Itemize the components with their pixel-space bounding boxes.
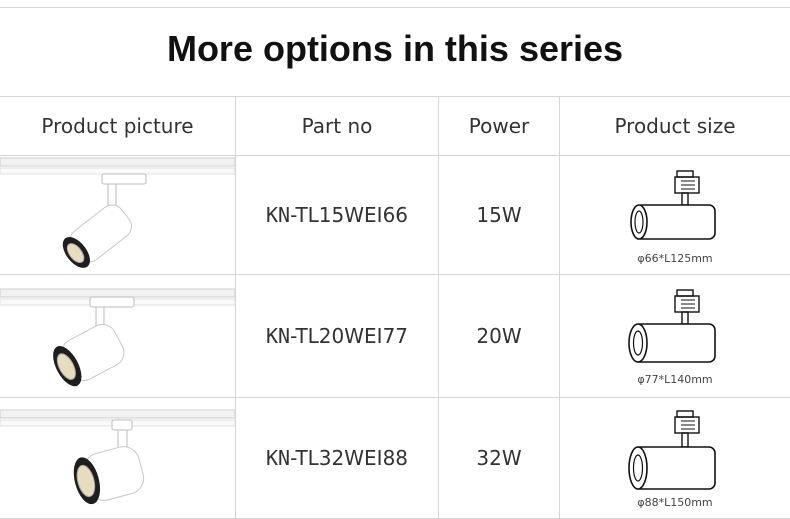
track-spotlight-icon bbox=[0, 156, 235, 274]
top-divider bbox=[0, 7, 790, 8]
track-spotlight-icon bbox=[0, 275, 235, 397]
header-product-picture: Product picture bbox=[0, 97, 236, 156]
table-row: KN-TL15WEI66 15W φ66*L125mm bbox=[0, 156, 790, 275]
table-row: KN-TL32WEI88 32W φ88*L150mm bbox=[0, 398, 790, 519]
table-header-row: Product picture Part no Power Product si… bbox=[0, 97, 790, 156]
product-picture-cell bbox=[0, 156, 236, 275]
header-power: Power bbox=[439, 97, 560, 156]
size-label: φ88*L150mm bbox=[560, 496, 790, 509]
part-no-cell: KN-TL15WEI66 bbox=[236, 156, 439, 275]
dimension-drawing-icon bbox=[625, 165, 725, 251]
power-cell: 32W bbox=[439, 398, 560, 519]
page-title: More options in this series bbox=[0, 28, 790, 70]
header-product-size: Product size bbox=[560, 97, 790, 156]
product-picture-cell bbox=[0, 275, 236, 398]
size-label: φ77*L140mm bbox=[560, 373, 790, 386]
product-size-cell: φ66*L125mm bbox=[560, 156, 790, 275]
part-prefix: KN bbox=[266, 446, 290, 470]
product-size-cell: φ88*L150mm bbox=[560, 398, 790, 519]
part-no-cell: KN-TL32WEI88 bbox=[236, 398, 439, 519]
part-suffix: -TL20WEI77 bbox=[290, 324, 408, 348]
part-suffix: -TL15WEI66 bbox=[290, 203, 408, 227]
power-cell: 15W bbox=[439, 156, 560, 275]
size-label: φ66*L125mm bbox=[560, 252, 790, 265]
part-suffix: -TL32WEI88 bbox=[290, 446, 408, 470]
header-part-no: Part no bbox=[236, 97, 439, 156]
dimension-drawing-icon bbox=[625, 407, 725, 495]
part-prefix: KN bbox=[266, 203, 290, 227]
part-no-cell: KN-TL20WEI77 bbox=[236, 275, 439, 398]
part-prefix: KN bbox=[266, 324, 290, 348]
dimension-drawing-icon bbox=[625, 286, 725, 372]
table-row: KN-TL20WEI77 20W φ77*L140mm bbox=[0, 275, 790, 398]
product-size-cell: φ77*L140mm bbox=[560, 275, 790, 398]
power-cell: 20W bbox=[439, 275, 560, 398]
spec-table: Product picture Part no Power Product si… bbox=[0, 96, 790, 519]
track-spotlight-icon bbox=[0, 398, 235, 518]
product-picture-cell bbox=[0, 398, 236, 519]
